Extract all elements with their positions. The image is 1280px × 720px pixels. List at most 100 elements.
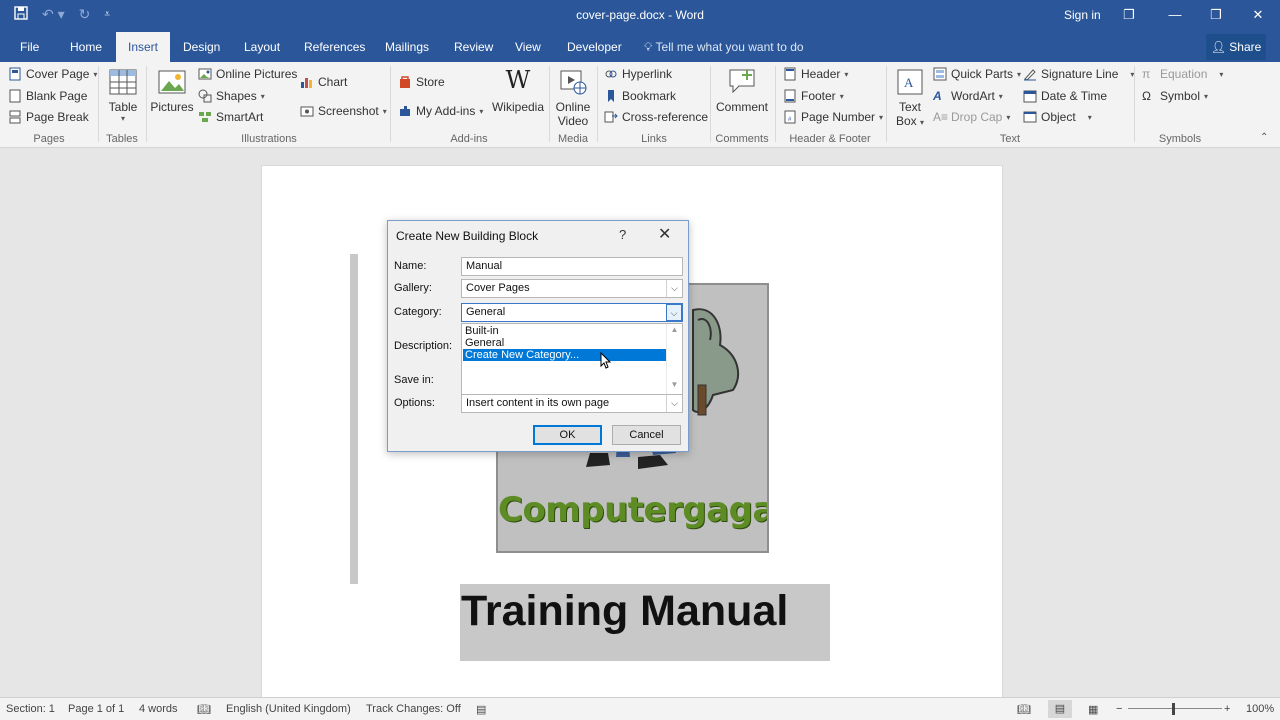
close-window-icon[interactable]: ✕ bbox=[1245, 4, 1271, 26]
equation-button[interactable]: π Equation ▾ bbox=[1142, 67, 1223, 81]
smartart-button[interactable]: SmartArt bbox=[198, 110, 263, 124]
zoom-slider-thumb[interactable] bbox=[1172, 703, 1175, 715]
help-icon[interactable]: ? bbox=[619, 227, 626, 242]
proofing-icon[interactable]: 📖︎ bbox=[197, 703, 211, 716]
page-break-button[interactable]: Page Break bbox=[8, 110, 89, 124]
table-button[interactable]: Table bbox=[106, 100, 140, 114]
tab-references[interactable]: References bbox=[292, 32, 377, 62]
text-box-icon[interactable]: A bbox=[895, 68, 925, 96]
table-icon[interactable] bbox=[108, 68, 138, 96]
chevron-down-icon[interactable]: ⌵ bbox=[666, 280, 682, 297]
close-icon[interactable]: ✕ bbox=[658, 224, 671, 244]
category-option-built-in[interactable]: Built-in bbox=[463, 325, 667, 337]
document-heading[interactable]: Training Manual bbox=[460, 587, 788, 636]
collapse-ribbon-icon[interactable]: ⌃ bbox=[1260, 132, 1268, 143]
track-changes-indicator[interactable]: Track Changes: Off bbox=[366, 703, 461, 715]
title-placeholder[interactable]: Training Manual bbox=[460, 584, 830, 661]
zoom-slider-track[interactable] bbox=[1128, 708, 1222, 709]
options-select[interactable]: Insert content in its own page ⌵ bbox=[461, 394, 683, 413]
wordart-button[interactable]: A WordArt ▾ bbox=[933, 89, 1003, 103]
scroll-down-icon[interactable]: ▼ bbox=[667, 380, 682, 389]
category-option-create-new[interactable]: Create New Category... bbox=[463, 349, 667, 361]
comment-button[interactable]: Comment bbox=[714, 100, 770, 114]
signature-line-button[interactable]: Signature Line ▾ bbox=[1023, 67, 1134, 81]
ribbon-display-options-icon[interactable]: ❐ bbox=[1116, 4, 1142, 26]
ok-button[interactable]: OK bbox=[533, 425, 602, 445]
tab-developer[interactable]: Developer bbox=[555, 32, 634, 62]
store-button[interactable]: Store bbox=[398, 75, 445, 89]
chevron-down-icon[interactable]: ⌵ bbox=[666, 395, 682, 412]
web-layout-icon[interactable]: ▦ bbox=[1088, 703, 1098, 716]
read-mode-icon[interactable]: 📖︎ bbox=[1017, 703, 1031, 716]
smartart-icon bbox=[199, 112, 211, 122]
logo-wordmark: Computergaga bbox=[498, 490, 769, 530]
cross-reference-button[interactable]: Cross-reference bbox=[604, 110, 708, 124]
drop-cap-button[interactable]: A≡ Drop Cap ▾ bbox=[933, 110, 1010, 124]
wikipedia-icon[interactable]: W bbox=[503, 66, 533, 94]
list-scrollbar[interactable]: ▲ ▼ bbox=[666, 324, 682, 395]
bookmark-button[interactable]: Bookmark bbox=[604, 89, 676, 103]
pictures-button[interactable]: Pictures bbox=[150, 100, 194, 114]
cancel-button[interactable]: Cancel bbox=[612, 425, 681, 445]
gallery-select[interactable]: Cover Pages ⌵ bbox=[461, 279, 683, 298]
tab-home[interactable]: Home bbox=[58, 32, 114, 62]
scroll-up-icon[interactable]: ▲ bbox=[667, 325, 682, 334]
shapes-button[interactable]: Shapes ▾ bbox=[198, 89, 265, 103]
category-option-general[interactable]: General bbox=[463, 337, 667, 349]
tab-review[interactable]: Review bbox=[442, 32, 505, 62]
chevron-down-icon[interactable]: ⌵ bbox=[666, 304, 682, 321]
table-dropdown-caret[interactable]: ▾ bbox=[117, 114, 129, 123]
ribbon-separator bbox=[597, 66, 598, 142]
word-count[interactable]: 4 words bbox=[139, 703, 178, 715]
pictures-icon[interactable] bbox=[157, 68, 187, 96]
tell-me-search[interactable]: 💡︎ Tell me what you want to do bbox=[644, 40, 804, 55]
zoom-level[interactable]: 100% bbox=[1246, 703, 1274, 715]
page-number-button[interactable]: # Page Number ▾ bbox=[783, 110, 883, 124]
maximize-icon[interactable]: ❐ bbox=[1203, 4, 1229, 26]
zoom-out-button[interactable]: − bbox=[1116, 703, 1122, 715]
chart-button[interactable]: Chart bbox=[300, 75, 347, 89]
title-bar: ↶ ▾ ↻ ⩡ cover-page.docx - Word Sign in ❐… bbox=[0, 0, 1280, 32]
symbol-button[interactable]: Ω Symbol ▾ bbox=[1142, 89, 1208, 103]
share-button[interactable]: 👤︎ Share bbox=[1206, 34, 1266, 60]
tab-design[interactable]: Design bbox=[171, 32, 232, 62]
tab-view[interactable]: View bbox=[503, 32, 553, 62]
sign-in-link[interactable]: Sign in bbox=[1064, 8, 1101, 22]
hyperlink-button[interactable]: Hyperlink bbox=[604, 67, 672, 81]
online-video-icon[interactable] bbox=[558, 68, 588, 96]
screenshot-button[interactable]: Screenshot ▾ bbox=[300, 104, 387, 118]
date-time-button[interactable]: Date & Time bbox=[1023, 89, 1107, 103]
category-select[interactable]: General ⌵ bbox=[461, 303, 683, 322]
macro-recording-icon[interactable]: ▤ bbox=[476, 703, 486, 716]
print-layout-icon[interactable]: ▤ bbox=[1048, 700, 1072, 718]
ribbon-separator bbox=[775, 66, 776, 142]
section-indicator[interactable]: Section: 1 bbox=[6, 703, 55, 715]
name-field[interactable]: Manual bbox=[461, 257, 683, 276]
dialog-title: Create New Building Block bbox=[396, 229, 539, 243]
page-indicator[interactable]: Page 1 of 1 bbox=[68, 703, 124, 715]
ribbon-separator bbox=[1134, 66, 1135, 142]
zoom-in-button[interactable]: + bbox=[1224, 703, 1230, 715]
signature-line-label: Signature Line bbox=[1041, 67, 1119, 81]
tab-insert[interactable]: Insert bbox=[116, 32, 171, 62]
tab-layout[interactable]: Layout bbox=[232, 32, 292, 62]
tab-mailings[interactable]: Mailings bbox=[373, 32, 441, 62]
tab-file[interactable]: File bbox=[8, 32, 51, 62]
create-building-block-dialog: Create New Building Block ? ✕ Name: Manu… bbox=[387, 220, 689, 452]
object-button[interactable]: Object ▾ bbox=[1023, 110, 1092, 124]
blank-page-button[interactable]: Blank Page bbox=[8, 89, 87, 103]
blank-page-label: Blank Page bbox=[26, 89, 88, 103]
comment-icon[interactable] bbox=[727, 67, 757, 95]
wikipedia-button[interactable]: Wikipedia bbox=[490, 100, 546, 114]
my-addins-button[interactable]: My Add-ins ▾ bbox=[398, 104, 483, 118]
quick-parts-button[interactable]: Quick Parts ▾ bbox=[933, 67, 1021, 81]
text-box-button[interactable]: Text Box ▾ bbox=[893, 100, 927, 130]
header-button[interactable]: Header ▾ bbox=[783, 67, 848, 81]
language-indicator[interactable]: English (United Kingdom) bbox=[226, 703, 351, 715]
online-pictures-button[interactable]: Online Pictures bbox=[198, 67, 297, 81]
cover-page-button[interactable]: Cover Page ▾ bbox=[8, 67, 97, 81]
footer-button[interactable]: Footer ▾ bbox=[783, 89, 844, 103]
online-video-button[interactable]: Online Video bbox=[552, 100, 594, 128]
minimize-icon[interactable]: — bbox=[1162, 4, 1188, 26]
group-label-symbols: Symbols bbox=[1158, 133, 1202, 145]
